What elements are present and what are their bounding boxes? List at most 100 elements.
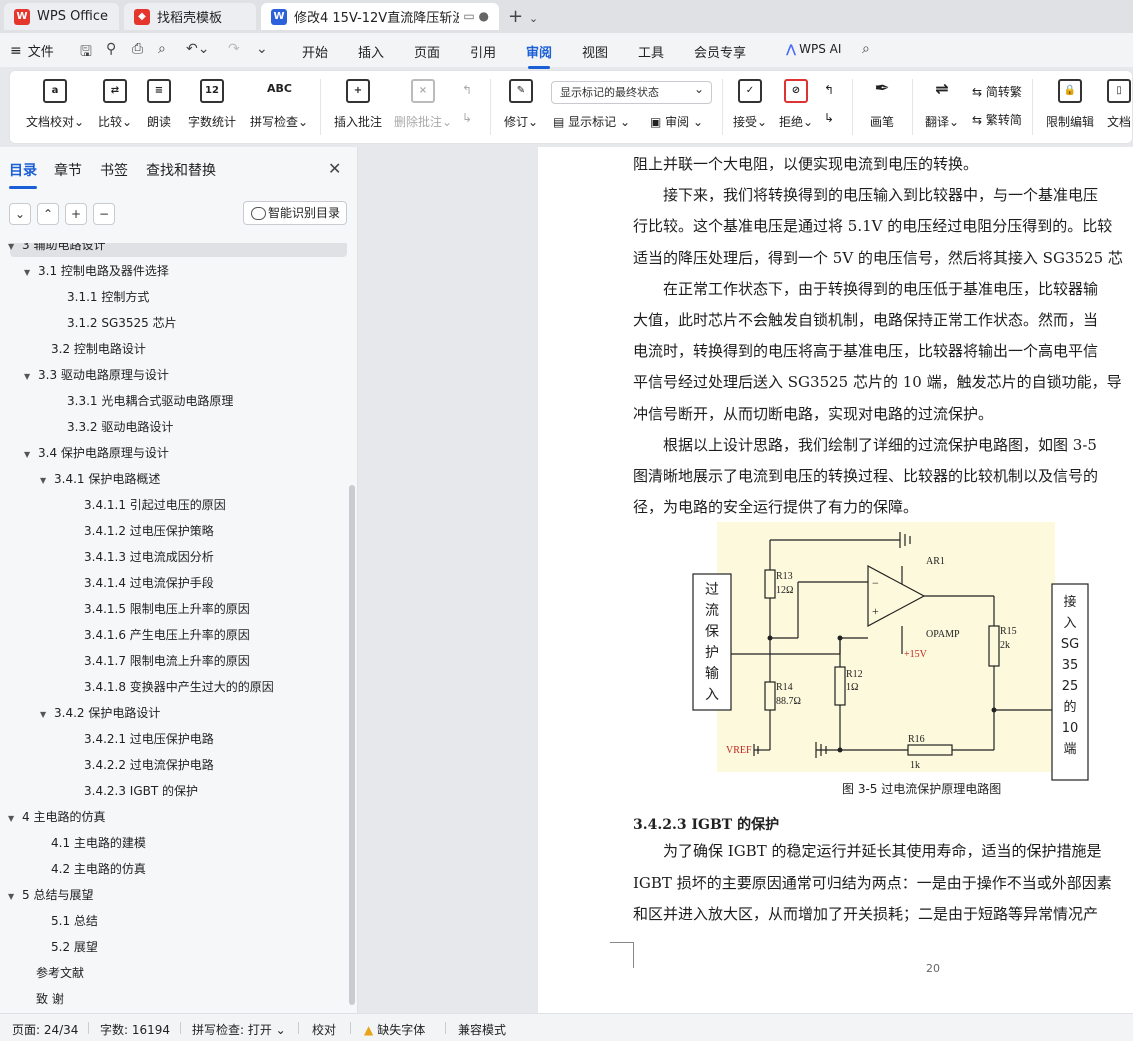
search-icon[interactable]: ⌕ xyxy=(862,41,870,57)
close-icon[interactable]: ✕ xyxy=(328,159,341,178)
next-comment-icon[interactable]: ↳ xyxy=(462,111,472,125)
toc-item[interactable]: 3.1.2 SG3525 芯片 xyxy=(67,314,177,332)
print-icon[interactable]: ⎙ xyxy=(132,41,143,57)
toc-item[interactable]: ▼ 4 主电路的仿真 xyxy=(8,808,105,826)
toc-item[interactable]: ▼ 5 总结与展望 xyxy=(8,886,93,904)
page-indicator[interactable]: 页面: 24/34 xyxy=(12,1021,78,1038)
reject-button[interactable]: ⊘ 拒绝⌄ xyxy=(776,79,816,130)
toc-item[interactable]: 3.4.2.2 过电流保护电路 xyxy=(84,756,214,774)
expand-arrow-icon[interactable]: ▼ xyxy=(8,810,22,828)
toc-item[interactable]: ▼ 3.1 控制电路及器件选择 xyxy=(24,262,169,280)
show-markup-button[interactable]: ▤ 显示标记 ⌄ xyxy=(553,113,630,130)
smart-toc-button[interactable]: 智能识别目录 xyxy=(243,201,347,225)
menu-page[interactable]: 页面 xyxy=(414,42,440,61)
spell-check-button[interactable]: ABC 拼写检查⌄ xyxy=(248,79,310,130)
document-more-button[interactable]: ▯ 文档 xyxy=(1104,79,1133,130)
expand-arrow-icon[interactable]: ▼ xyxy=(24,368,38,386)
menu-tools[interactable]: 工具 xyxy=(638,42,664,61)
toc-item[interactable]: ▼ 3.4.2 保护电路设计 xyxy=(40,704,160,722)
menu-reference[interactable]: 引用 xyxy=(470,42,496,61)
chevron-up-icon[interactable]: ⌃ xyxy=(37,203,59,225)
toc-item[interactable]: ▼ 3.4.1 保护电路概述 xyxy=(40,470,160,488)
file-menu[interactable]: ≡ 文件 xyxy=(10,41,54,61)
new-tab-button[interactable]: + ⌄ xyxy=(508,6,538,27)
tab-wps-office[interactable]: W WPS Office xyxy=(4,3,119,30)
save-icon[interactable]: 🖫 xyxy=(80,41,92,65)
translate-button[interactable]: ⇌ 翻译⌄ xyxy=(920,79,964,130)
accept-button[interactable]: ✓ 接受⌄ xyxy=(730,79,770,130)
track-changes-button[interactable]: ✎ 修订⌄ xyxy=(500,79,542,130)
toc-scrollbar[interactable] xyxy=(349,485,355,1005)
next-change-icon[interactable]: ↳ xyxy=(824,111,834,125)
word-count-button[interactable]: 12 字数统计 xyxy=(184,79,240,130)
toc-item[interactable]: 3.4.1.2 过电压保护策略 xyxy=(84,522,214,540)
toc-item[interactable]: 3.4.1.8 变换器中产生过大的的原因 xyxy=(84,678,274,696)
menu-review[interactable]: 审阅 xyxy=(526,42,552,69)
simplified-to-traditional-button[interactable]: ⇆ 简转繁 xyxy=(972,83,1022,100)
expand-arrow-icon[interactable]: ▼ xyxy=(8,243,22,256)
traditional-to-simplified-button[interactable]: ⇆ 繁转简 xyxy=(972,111,1022,128)
remove-icon[interactable]: − xyxy=(93,203,115,225)
spell-check-status[interactable]: 拼写检查: 打开 ⌄ xyxy=(192,1021,286,1038)
toc-item[interactable]: 4.1 主电路的建模 xyxy=(51,834,146,852)
tab-chapters[interactable]: 章节 xyxy=(54,160,82,180)
menu-insert[interactable]: 插入 xyxy=(358,42,384,61)
tab-template[interactable]: ◆ 找稻壳模板 xyxy=(124,3,256,30)
tab-toc[interactable]: 目录 xyxy=(9,160,37,189)
toc-item[interactable]: 参考文献 xyxy=(36,964,84,982)
more-chevron-icon[interactable]: ⌄ xyxy=(256,41,268,57)
expand-arrow-icon[interactable]: ▼ xyxy=(8,888,22,906)
collapse-chevron-down-icon[interactable]: ⌄ xyxy=(9,203,31,225)
redo-icon[interactable]: ↷ xyxy=(228,41,240,57)
proof-status[interactable]: 校对 xyxy=(312,1021,336,1038)
toc-item[interactable]: 3.4.1.4 过电流保护手段 xyxy=(84,574,214,592)
toc-item[interactable]: 3.4.1.6 产生电压上升率的原因 xyxy=(84,626,250,644)
toc-item[interactable]: 3.4.2.3 IGBT 的保护 xyxy=(84,782,198,800)
toc-item[interactable]: 3.4.2.1 过电压保护电路 xyxy=(84,730,214,748)
restrict-edit-button[interactable]: 🔒 限制编辑 xyxy=(1042,79,1098,130)
share-icon[interactable]: ⚲ xyxy=(106,41,116,57)
markup-mode-select[interactable]: 显示标记的最终状态 xyxy=(551,79,712,104)
menu-view[interactable]: 视图 xyxy=(582,42,608,61)
toc-item[interactable]: ▼ 3 辅助电路设计 xyxy=(8,243,105,254)
toc-item[interactable]: 5.1 总结 xyxy=(51,912,98,930)
expand-arrow-icon[interactable]: ▼ xyxy=(24,264,38,282)
wps-ai-button[interactable]: ⋀ WPS AI xyxy=(786,42,841,56)
expand-arrow-icon[interactable]: ▼ xyxy=(24,446,38,464)
toc-item[interactable]: 3.3.2 驱动电路设计 xyxy=(67,418,173,436)
toc-item[interactable]: 3.1.1 控制方式 xyxy=(67,288,149,306)
toc-item[interactable]: 3.4.1.1 引起过电压的原因 xyxy=(84,496,226,514)
read-aloud-button[interactable]: ≡ 朗读 xyxy=(144,79,174,130)
pen-button[interactable]: ✒ 画笔 xyxy=(862,79,902,130)
expand-arrow-icon[interactable]: ▼ xyxy=(40,472,54,490)
print-preview-icon[interactable]: ⌕ xyxy=(158,41,166,57)
prev-change-icon[interactable]: ↰ xyxy=(824,83,834,97)
toc-item[interactable]: 3.4.1.5 限制电压上升率的原因 xyxy=(84,600,250,618)
toc-item[interactable]: 致 谢 xyxy=(36,990,64,1008)
toc-item[interactable]: 3.4.1.7 限制电流上升率的原因 xyxy=(84,652,250,670)
missing-font-status[interactable]: ▲ 缺失字体 xyxy=(364,1021,425,1038)
prev-comment-icon[interactable]: ↰ xyxy=(462,83,472,97)
insert-comment-button[interactable]: + 插入批注 xyxy=(330,79,386,130)
toc-item[interactable]: 3.2 控制电路设计 xyxy=(51,340,146,358)
menu-member[interactable]: 会员专享 xyxy=(694,42,746,61)
undo-icon[interactable]: ↶⌄ xyxy=(186,41,209,57)
toc-item[interactable]: 4.2 主电路的仿真 xyxy=(51,860,146,878)
tab-document[interactable]: W 修改4 15V-12V直流降压斩波E ▭ ● xyxy=(261,3,499,30)
review-pane-button[interactable]: ▣ 审阅 ⌄ xyxy=(650,113,703,130)
menu-start[interactable]: 开始 xyxy=(302,42,328,61)
delete-comment-button[interactable]: × 删除批注⌄ xyxy=(392,79,454,130)
tab-bookmarks[interactable]: 书签 xyxy=(100,160,128,180)
toc-item[interactable]: 5.2 展望 xyxy=(51,938,98,956)
toc-item[interactable]: 3.3.1 光电耦合式驱动电路原理 xyxy=(67,392,233,410)
compare-button[interactable]: ⇄ 比较⌄ xyxy=(94,79,136,130)
toc-item[interactable]: ▼ 3.3 驱动电路原理与设计 xyxy=(24,366,169,384)
word-count-indicator[interactable]: 字数: 16194 xyxy=(100,1021,170,1038)
proofread-icon: a xyxy=(43,79,67,103)
tab-find-replace[interactable]: 查找和替换 xyxy=(146,160,216,180)
toc-item[interactable]: ▼ 3.4 保护电路原理与设计 xyxy=(24,444,169,462)
toc-item[interactable]: 3.4.1.3 过电流成因分析 xyxy=(84,548,214,566)
proofread-button[interactable]: a 文档校对⌄ xyxy=(24,79,86,130)
add-icon[interactable]: + xyxy=(65,203,87,225)
expand-arrow-icon[interactable]: ▼ xyxy=(40,706,54,724)
